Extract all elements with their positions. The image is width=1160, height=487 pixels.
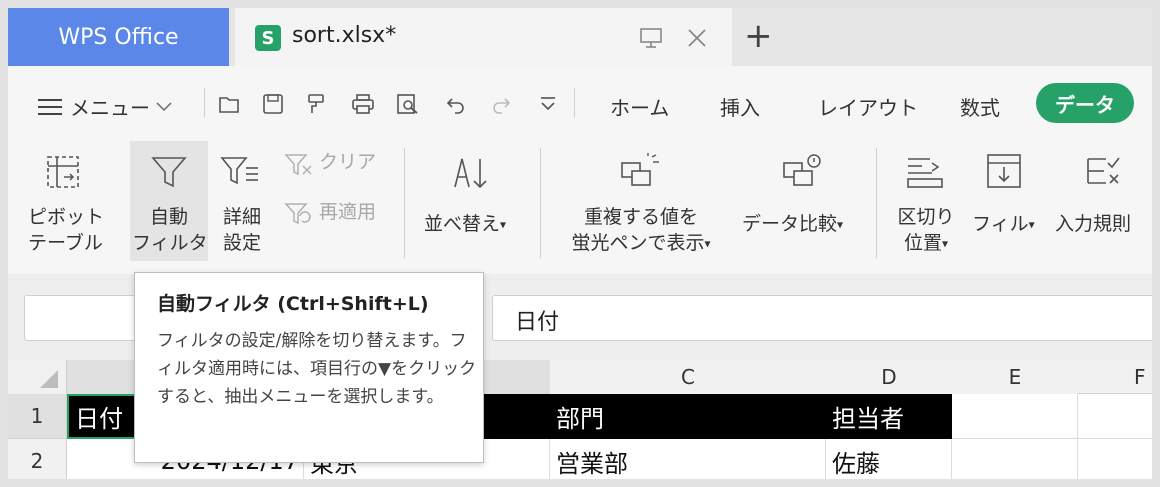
monitor-icon[interactable] [640, 27, 662, 49]
column-header-c[interactable]: C [550, 360, 827, 395]
reapply-filter-button[interactable]: 再適用 [319, 199, 376, 225]
tab-file-sort[interactable]: S sort.xlsx* [235, 8, 732, 66]
menu-label: メニュー [70, 96, 150, 120]
clear-filter-button[interactable]: クリア [319, 149, 376, 175]
advanced-filter-button[interactable]: 詳細 設定 [212, 204, 272, 256]
split-label-line1: 区切り [897, 206, 955, 228]
redo-icon[interactable] [489, 94, 511, 114]
compare-data-icon[interactable] [780, 153, 824, 191]
highlight-duplicates-icon[interactable] [618, 153, 662, 191]
corner-triangle-icon [40, 370, 58, 388]
cell-f2[interactable] [1078, 439, 1152, 479]
save-icon[interactable] [262, 93, 284, 115]
advanced-label-line1: 詳細 [222, 206, 261, 228]
text-to-columns-button[interactable]: 区切り 位置▾ [892, 204, 960, 257]
tab-data[interactable]: データ [1036, 83, 1134, 123]
sort-icon[interactable] [452, 155, 492, 191]
advanced-label-line2: 設定 [222, 232, 261, 254]
tab-layout[interactable]: レイアウト [818, 92, 918, 121]
chevron-down-icon [156, 101, 172, 111]
hamburger-icon [38, 98, 62, 115]
highlight-dup-label-line1: 重複する値を [583, 206, 698, 228]
cell-c1[interactable]: 部門 [550, 394, 826, 439]
divider [540, 148, 541, 258]
tab-home[interactable]: ホーム [610, 92, 669, 121]
folder-open-icon[interactable] [218, 93, 242, 115]
dropdown-caret-icon: ▾ [500, 217, 507, 232]
data-validation-button[interactable]: 入力規則 [1055, 211, 1131, 237]
column-header-d[interactable]: D [826, 360, 953, 395]
advanced-filter-icon[interactable] [220, 155, 260, 189]
text-to-columns-icon[interactable] [906, 155, 946, 189]
formula-value: 日付 [515, 310, 560, 335]
pivot-label-line1: ピボット [28, 206, 105, 228]
print-icon[interactable] [351, 93, 375, 115]
cell-d1[interactable]: 担当者 [826, 394, 952, 439]
dropdown-caret-icon: ▾ [837, 217, 844, 232]
fill-button[interactable]: フィル▾ [972, 211, 1035, 238]
clear-filter-icon [284, 154, 312, 176]
tab-formulas[interactable]: 数式 [960, 92, 1000, 121]
menu-button[interactable]: メニュー [38, 92, 172, 121]
reapply-filter-icon [284, 203, 311, 225]
column-header-e[interactable]: E [952, 360, 1079, 395]
pivot-table-icon[interactable] [46, 155, 80, 189]
divider [204, 88, 205, 118]
dropdown-caret-icon: ▾ [941, 236, 949, 251]
cell-e1[interactable] [952, 394, 1078, 439]
highlight-duplicates-button[interactable]: 重複する値を 蛍光ペンで表示▾ [558, 204, 724, 257]
format-painter-icon[interactable] [306, 93, 328, 115]
tooltip-title: 自動フィルタ (Ctrl+Shift+L) [157, 293, 429, 315]
sort-button[interactable]: 並べ替え▾ [424, 211, 506, 238]
cell-e2[interactable] [952, 439, 1078, 479]
formula-input[interactable]: 日付 [492, 295, 1152, 341]
file-tab-label: sort.xlsx* [292, 23, 397, 48]
split-label-line2: 位置 [903, 232, 942, 254]
data-validation-icon[interactable] [1086, 155, 1122, 187]
spreadsheet-icon: S [255, 25, 281, 51]
autofilter-button[interactable]: 自動 フィルタ [132, 204, 208, 256]
dropdown-caret-icon: ▾ [704, 236, 711, 251]
divider [574, 88, 575, 118]
autofilter-label-line1: 自動 [149, 206, 188, 228]
print-preview-icon[interactable] [396, 93, 420, 115]
cell-d2[interactable]: 佐藤 [826, 439, 952, 479]
close-icon[interactable] [686, 27, 708, 49]
undo-icon[interactable] [446, 94, 468, 114]
dropdown-caret-icon: ▾ [1028, 217, 1035, 232]
name-box[interactable] [24, 295, 146, 341]
divider [876, 148, 877, 258]
compare-data-button[interactable]: データ比較▾ [742, 211, 843, 238]
cell-f1[interactable] [1078, 394, 1152, 439]
app-window: WPS Office S sort.xlsx* + メニュー ホーム 挿入 レイ… [8, 8, 1152, 479]
autofilter-label-line2: フィルタ [132, 232, 208, 254]
row-header-2[interactable]: 2 [8, 439, 67, 479]
tooltip-body: フィルタの設定/解除を切り替えます。フィルタ適用時には、項目行の▼をクリックする… [157, 331, 477, 407]
highlight-dup-label-line2: 蛍光ペンで表示 [571, 232, 705, 254]
pivot-table-button[interactable]: ピボット テーブル [28, 204, 105, 256]
row-header-1[interactable]: 1 [8, 394, 67, 439]
tab-insert[interactable]: 挿入 [720, 92, 760, 121]
more-icon[interactable] [539, 95, 557, 113]
sort-label: 並べ替え [424, 213, 501, 235]
new-tab-button[interactable]: + [744, 18, 773, 54]
tab-wps-office[interactable]: WPS Office [8, 8, 229, 66]
fill-label: フィル [972, 213, 1029, 235]
compare-label: データ比較 [742, 213, 838, 235]
select-all-corner[interactable] [8, 360, 67, 395]
autofilter-tooltip: 自動フィルタ (Ctrl+Shift+L) フィルタの設定/解除を切り替えます。… [134, 272, 484, 463]
pivot-label-line2: テーブル [28, 232, 103, 254]
divider [404, 148, 405, 258]
filter-icon[interactable] [151, 155, 187, 189]
column-header-f[interactable]: F [1078, 360, 1152, 394]
fill-icon[interactable] [986, 153, 1022, 189]
cell-c2[interactable]: 営業部 [550, 439, 826, 479]
